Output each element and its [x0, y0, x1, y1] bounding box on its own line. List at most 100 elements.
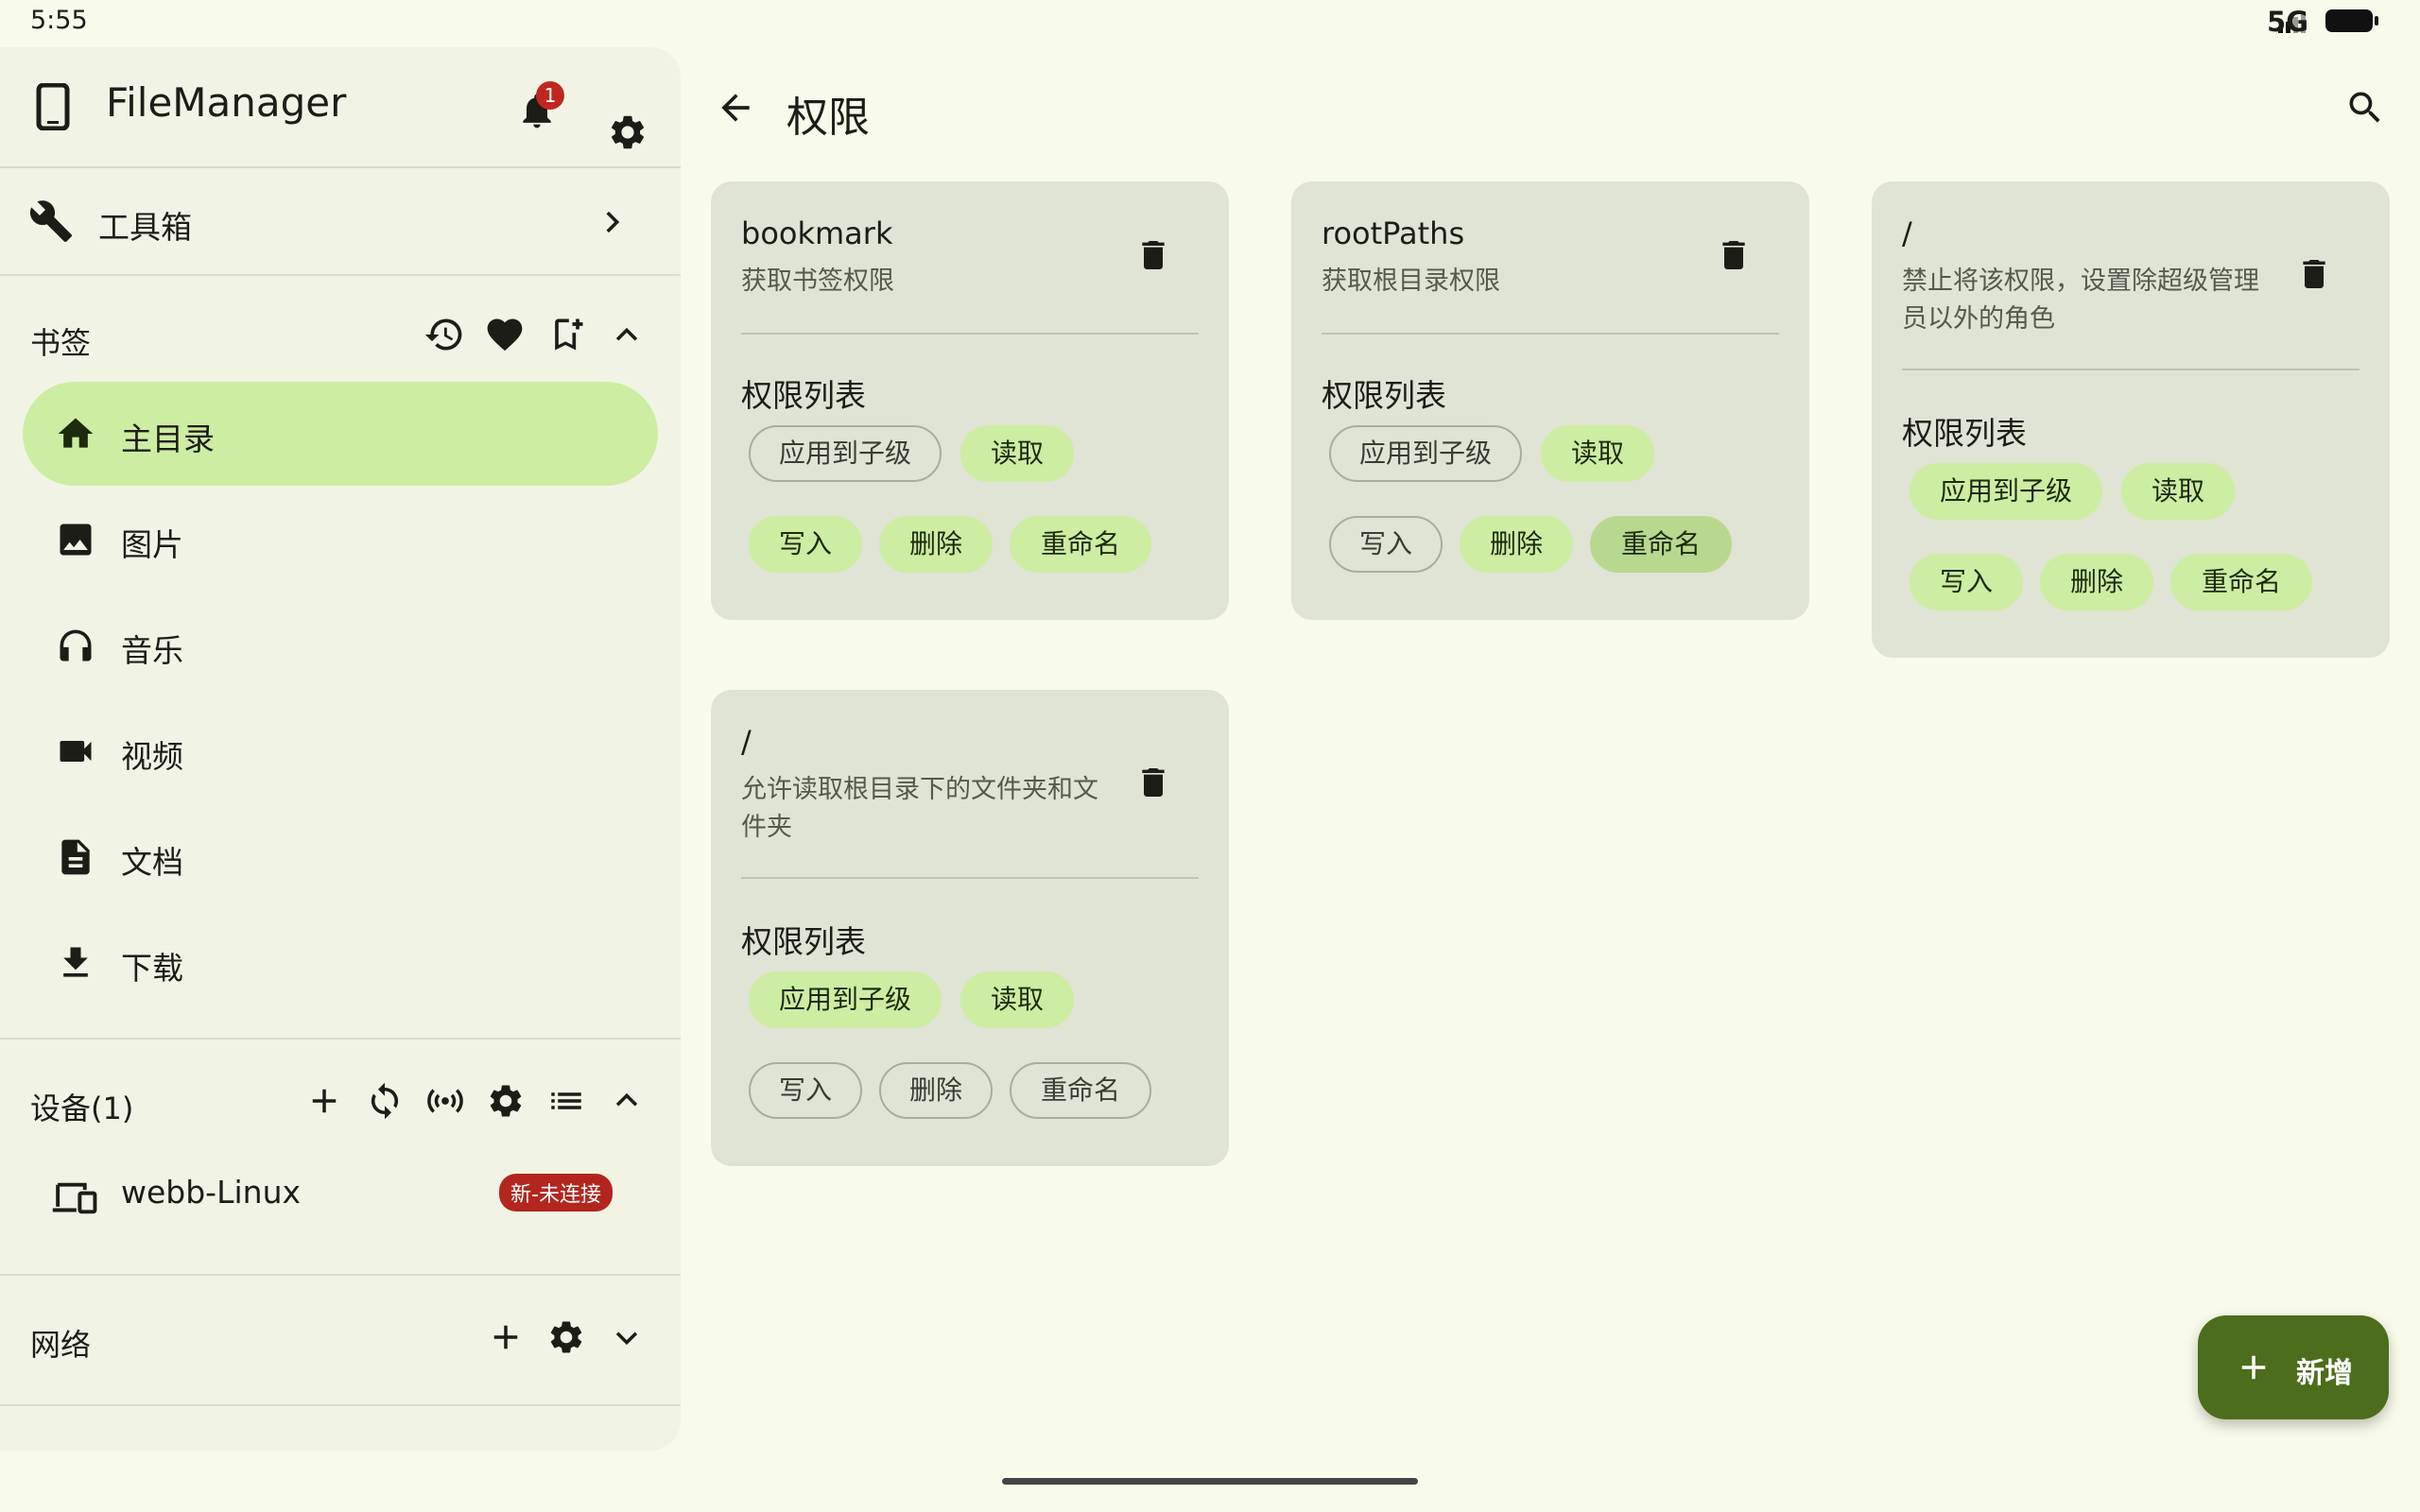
permission-card: / 允许读取根目录下的文件夹和文件夹 权限列表 应用到子级 读取 写入 删除 重…: [711, 690, 1229, 1166]
divider: [0, 1038, 681, 1040]
permission-list-label: 权限列表: [741, 377, 866, 414]
settings-icon[interactable]: [607, 112, 648, 153]
bookmark-videos[interactable]: 视频: [23, 699, 658, 803]
chip-rename[interactable]: 重命名: [2170, 554, 2312, 610]
settings-icon[interactable]: [546, 1317, 586, 1357]
bookmark-label: 主目录: [121, 421, 215, 457]
delete-icon[interactable]: [1134, 234, 1172, 276]
status-badge: 新-未连接: [499, 1174, 613, 1211]
navigation-drawer: FileManager 1 工具箱 书签 主目录 图片 音乐 视频 文档 下载 …: [0, 47, 681, 1451]
divider: [0, 1404, 681, 1406]
chip-rename[interactable]: 重命名: [1010, 516, 1151, 573]
device-name: webb-Linux: [121, 1174, 302, 1211]
network-header: 网络: [30, 1327, 92, 1363]
chevron-right-icon: [606, 211, 620, 233]
chip-read[interactable]: 读取: [960, 971, 1074, 1028]
drawer-header: FileManager 1: [0, 47, 681, 166]
list-icon[interactable]: [546, 1081, 586, 1121]
home-icon: [58, 418, 94, 448]
divider: [1902, 369, 2360, 370]
bookmark-label: 视频: [121, 738, 183, 775]
chip-read[interactable]: 读取: [2121, 463, 2235, 520]
chip-write[interactable]: 写入: [1910, 554, 2023, 610]
app-title: FileManager: [106, 79, 347, 126]
chip-rename[interactable]: 重命名: [1010, 1062, 1151, 1119]
chip-apply-to-children[interactable]: 应用到子级: [749, 425, 942, 482]
bookmark-add-icon[interactable]: [546, 314, 588, 355]
chevron-up-icon[interactable]: [611, 319, 643, 352]
delete-icon[interactable]: [2295, 253, 2333, 295]
chip-read[interactable]: 读取: [960, 425, 1074, 482]
chip-apply-to-children[interactable]: 应用到子级: [1910, 463, 2102, 520]
settings-icon[interactable]: [486, 1081, 526, 1121]
search-icon[interactable]: [2344, 87, 2386, 129]
permission-list-label: 权限列表: [1322, 377, 1446, 414]
fab-label: 新增: [2296, 1357, 2353, 1390]
card-description: 禁止将该权限，设置除超级管理员以外的角色: [1902, 266, 2259, 334]
chip-read[interactable]: 读取: [1541, 425, 1654, 482]
status-time: 5:55: [30, 6, 88, 35]
divider: [0, 1274, 681, 1276]
card-title: bookmark: [741, 215, 893, 251]
chip-write[interactable]: 写入: [1329, 516, 1443, 573]
permission-card: bookmark 获取书签权限 权限列表 应用到子级 读取 写入 删除 重命名: [711, 181, 1229, 620]
bookmark-label: 图片: [121, 526, 183, 563]
card-title: /: [741, 724, 752, 760]
history-icon[interactable]: [424, 314, 465, 355]
permission-list-label: 权限列表: [741, 923, 866, 960]
bookmarks-header: 书签: [30, 325, 92, 361]
chevron-down-icon[interactable]: [611, 1321, 643, 1353]
devices-header: 设备(1): [30, 1091, 134, 1126]
bookmark-pictures[interactable]: 图片: [23, 488, 658, 592]
bookmark-documents[interactable]: 文档: [23, 805, 658, 909]
add-permission-fab[interactable]: 新增: [2198, 1315, 2389, 1419]
chip-write[interactable]: 写入: [749, 516, 862, 573]
add-icon: [2241, 1355, 2266, 1380]
bookmark-music[interactable]: 音乐: [23, 593, 658, 697]
bookmark-label: 音乐: [121, 632, 183, 669]
heart-icon[interactable]: [484, 314, 526, 355]
status-bar: 5:55 5G: [0, 0, 2420, 43]
toolbox-label: 工具箱: [98, 209, 192, 246]
delete-icon[interactable]: [1715, 234, 1753, 276]
card-description: 获取书签权限: [741, 266, 894, 296]
chip-apply-to-children[interactable]: 应用到子级: [749, 971, 942, 1028]
add-icon[interactable]: [304, 1081, 344, 1121]
permission-list-label: 权限列表: [1902, 415, 2027, 452]
battery-icon: [2325, 9, 2378, 32]
bookmark-downloads[interactable]: 下载: [23, 911, 658, 1015]
chip-delete[interactable]: 删除: [879, 516, 993, 573]
video-icon: [60, 741, 92, 762]
permission-card: rootPaths 获取根目录权限 权限列表 应用到子级 读取 写入 删除 重命…: [1291, 181, 1809, 620]
bookmark-home[interactable]: 主目录: [23, 382, 658, 486]
devices-icon: [52, 1182, 97, 1214]
chip-write[interactable]: 写入: [749, 1062, 862, 1119]
home-indicator[interactable]: [1002, 1478, 1418, 1485]
chip-delete[interactable]: 删除: [879, 1062, 993, 1119]
divider: [741, 333, 1199, 335]
device-item[interactable]: webb-Linux 新-未连接: [0, 1151, 681, 1246]
sync-icon[interactable]: [365, 1081, 405, 1121]
download-icon: [63, 947, 88, 977]
headphones-icon: [60, 629, 92, 662]
delete-icon[interactable]: [1134, 762, 1172, 803]
network-type: 5G: [2267, 6, 2308, 38]
chip-delete[interactable]: 删除: [1460, 516, 1573, 573]
chip-delete[interactable]: 删除: [2040, 554, 2153, 610]
divider: [1322, 333, 1779, 335]
chip-rename[interactable]: 重命名: [1590, 516, 1732, 573]
card-title: /: [1902, 215, 1912, 251]
bookmark-label: 下载: [121, 950, 183, 987]
card-title: rootPaths: [1322, 215, 1465, 251]
document-icon: [61, 839, 90, 875]
page-title: 权限: [786, 94, 870, 142]
back-arrow-icon[interactable]: [715, 87, 756, 129]
broadcast-icon[interactable]: [425, 1081, 465, 1121]
chip-apply-to-children[interactable]: 应用到子级: [1329, 425, 1522, 482]
top-app-bar: 权限: [700, 57, 2401, 161]
chevron-up-icon[interactable]: [611, 1085, 643, 1117]
add-icon[interactable]: [486, 1317, 526, 1357]
card-description: 获取根目录权限: [1322, 266, 1500, 296]
toolbox-item[interactable]: 工具箱: [0, 168, 681, 282]
phone-icon: [36, 83, 70, 130]
